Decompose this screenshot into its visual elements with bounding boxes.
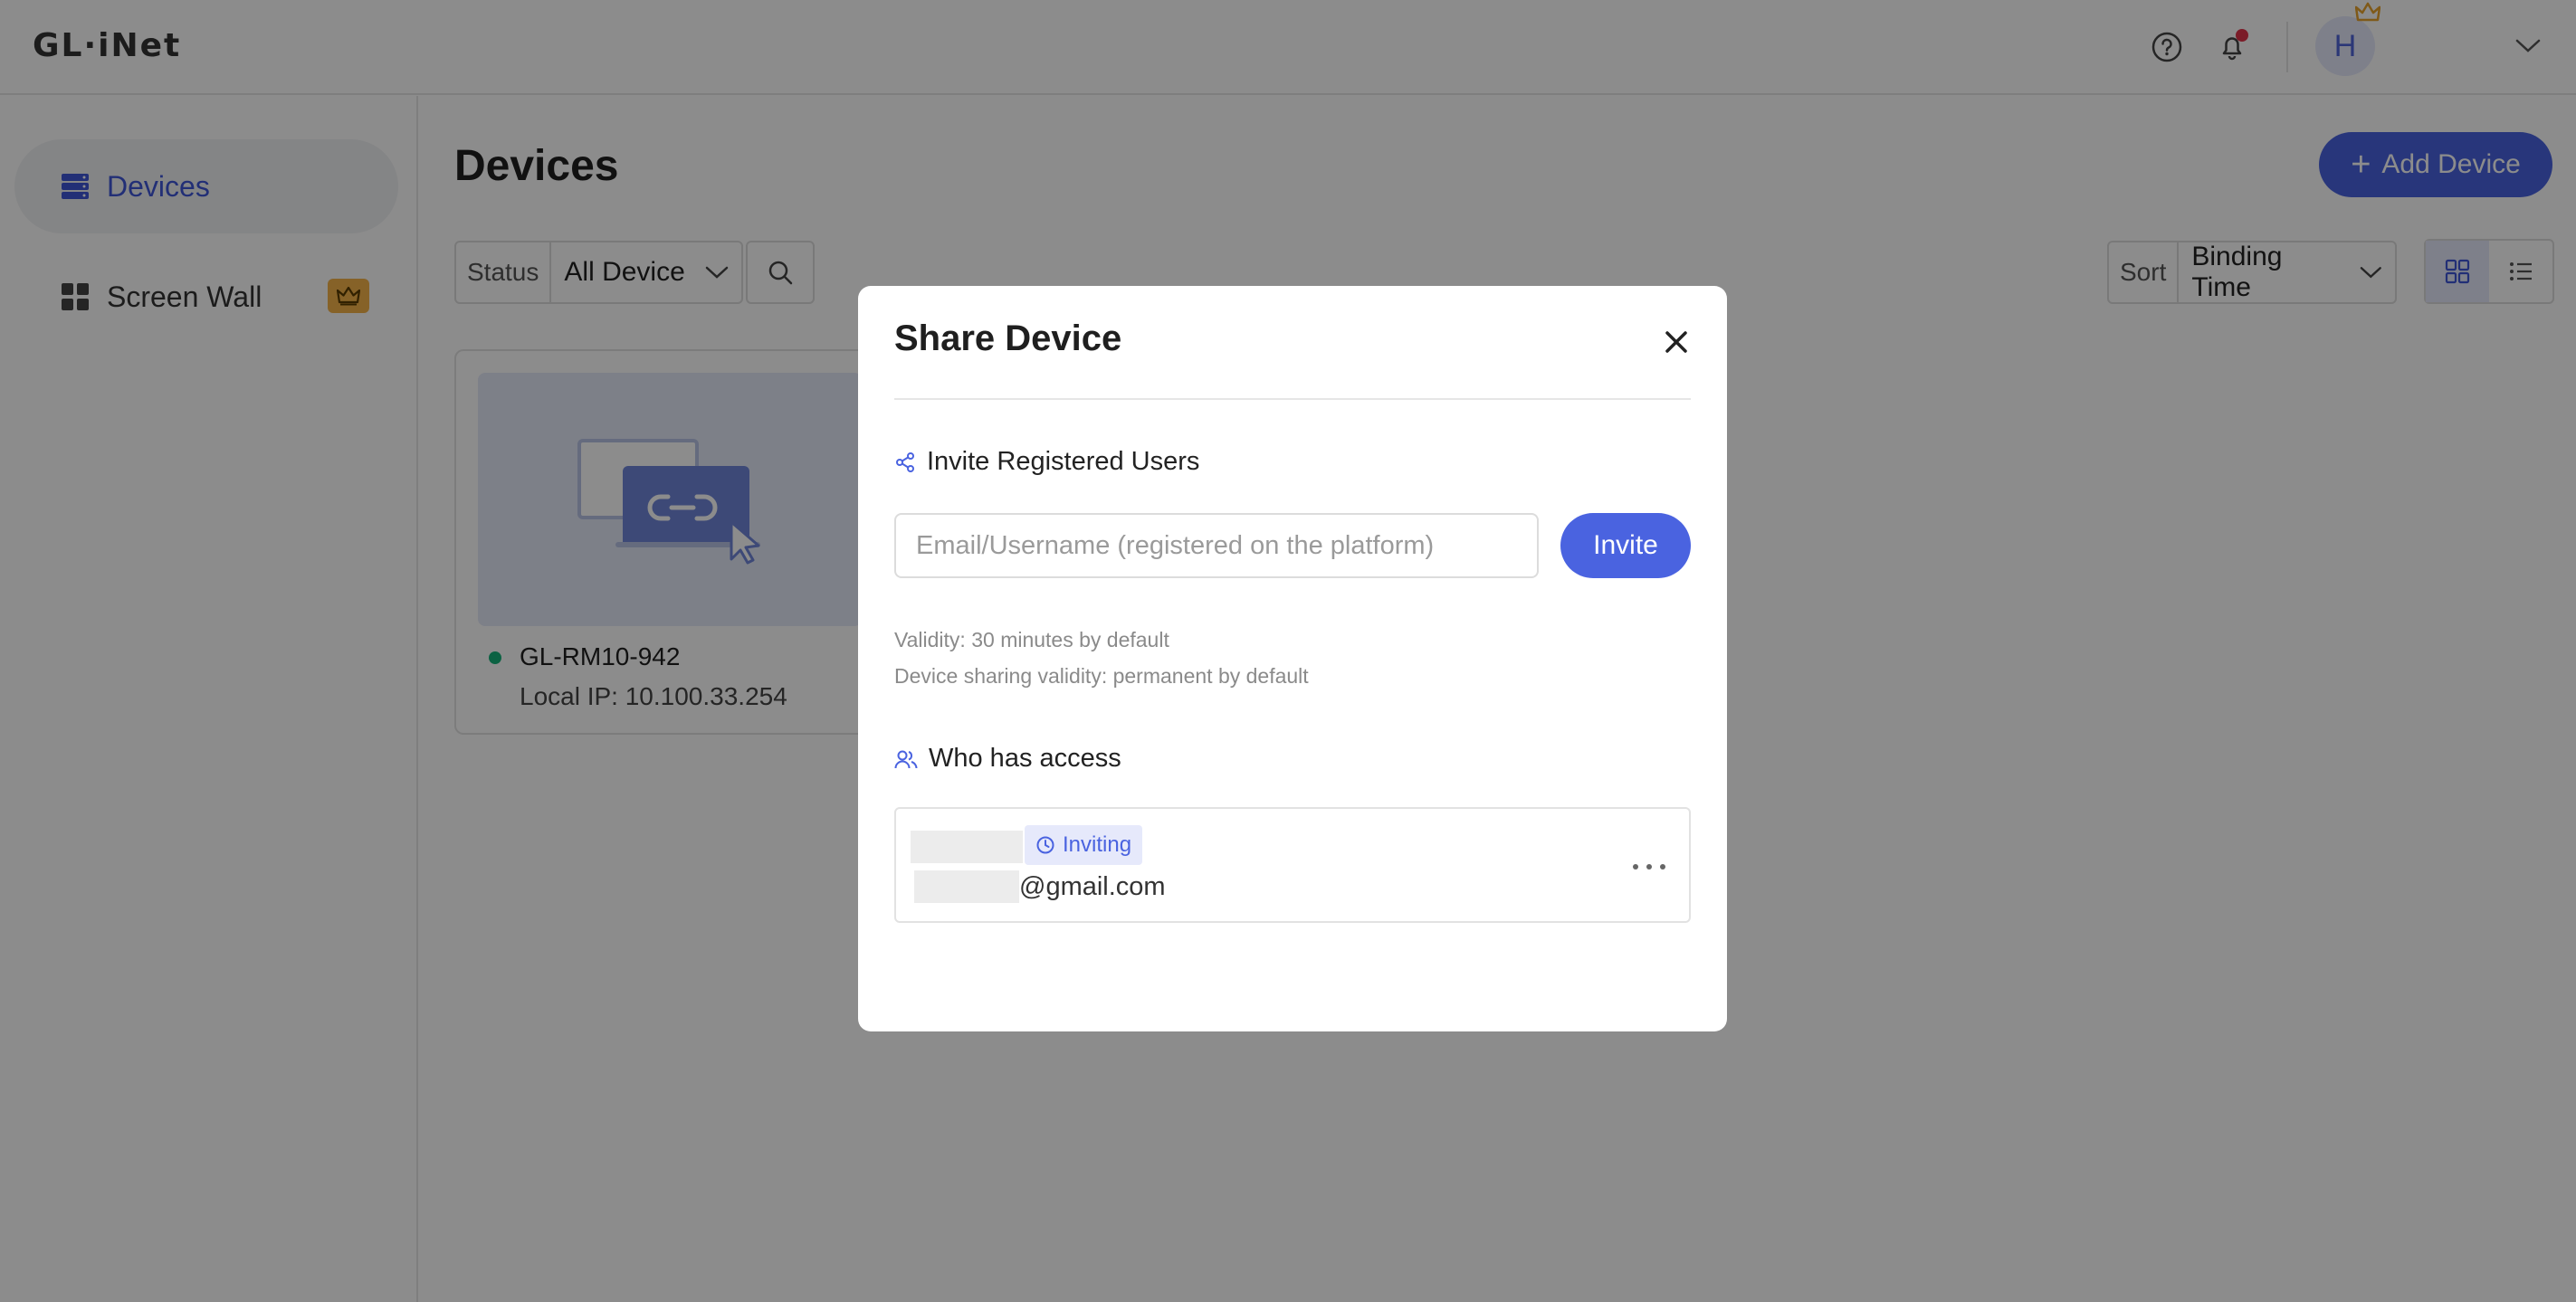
- access-section-label: Who has access: [929, 744, 1121, 773]
- close-icon: [1665, 331, 1687, 353]
- close-button[interactable]: [1660, 326, 1693, 358]
- invite-section-label: Invite Registered Users: [927, 447, 1200, 476]
- users-icon: [894, 750, 918, 768]
- share-icon: [896, 451, 914, 472]
- access-section-heading: Who has access: [894, 744, 1121, 774]
- status-badge: Inviting: [1025, 825, 1143, 865]
- invite-section-heading: Invite Registered Users: [894, 447, 1199, 477]
- dialog-title: Share Device: [894, 318, 1122, 358]
- dialog-divider: [894, 398, 1691, 400]
- redacted-username: [911, 831, 1023, 863]
- redacted-email-prefix: [914, 870, 1019, 903]
- invite-email-input[interactable]: [894, 513, 1539, 578]
- validity-note: Validity: 30 minutes by default: [894, 628, 1169, 651]
- sharing-validity-note: Device sharing validity: permanent by de…: [894, 664, 1309, 688]
- clock-icon: [1036, 836, 1054, 854]
- more-options-button[interactable]: [1627, 849, 1671, 885]
- ellipsis-icon: [1633, 864, 1665, 870]
- share-device-dialog: Share Device Invite Registered Users Inv…: [858, 286, 1727, 1031]
- status-badge-label: Inviting: [1063, 832, 1132, 857]
- access-email: @gmail.com: [1019, 872, 1166, 901]
- access-list-item: Inviting @gmail.com: [894, 807, 1691, 923]
- invite-button[interactable]: Invite: [1560, 513, 1691, 578]
